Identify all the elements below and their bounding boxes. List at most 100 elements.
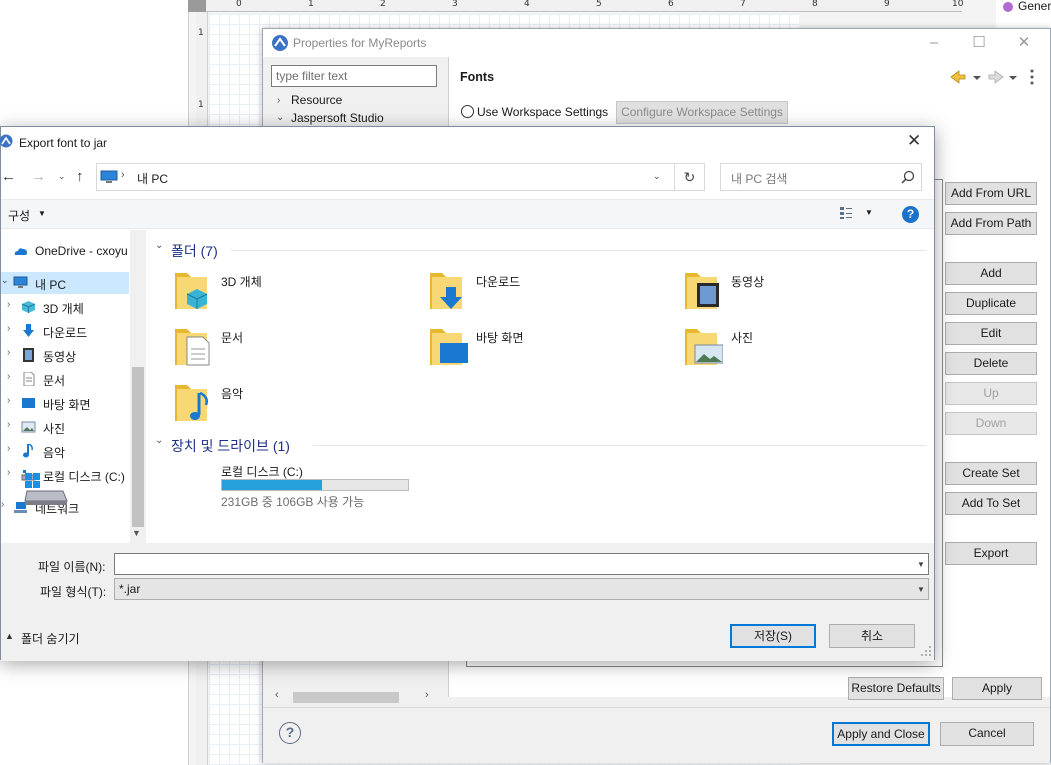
chevron-down-icon[interactable]: ⌄: [155, 435, 163, 446]
folder-tile-music[interactable]: 음악: [173, 379, 383, 427]
close-icon[interactable]: ✕: [907, 131, 921, 151]
chevron-down-icon[interactable]: ▼: [865, 208, 873, 217]
chevron-right-icon[interactable]: ›: [7, 299, 10, 310]
ruler-corner: [188, 0, 206, 12]
filter-input[interactable]: type filter text: [271, 65, 437, 87]
organize-menu[interactable]: 구성: [8, 207, 30, 224]
chevron-down-icon[interactable]: ⌄: [653, 171, 661, 182]
scroll-right-icon[interactable]: ›: [425, 689, 429, 701]
video-icon: [23, 348, 34, 362]
recent-locations-chevron-icon[interactable]: ⌄: [58, 171, 66, 182]
nav-item-this-pc[interactable]: ⌄ 내 PC: [1, 272, 129, 294]
address-bar[interactable]: › 내 PC ⌄: [96, 163, 675, 191]
chevron-right-icon[interactable]: ›: [7, 323, 10, 334]
scroll-left-icon[interactable]: ‹: [275, 689, 279, 701]
folder-tile-videos[interactable]: 동영상: [683, 267, 893, 315]
up-arrow-icon[interactable]: ↑: [76, 168, 84, 185]
chevron-right-icon[interactable]: ›: [7, 347, 10, 358]
down-button[interactable]: Down: [945, 412, 1037, 435]
duplicate-button[interactable]: Duplicate: [945, 292, 1037, 315]
cancel-button[interactable]: 취소: [829, 624, 915, 648]
chevron-right-icon[interactable]: ›: [7, 395, 10, 406]
chevron-down-icon[interactable]: ⌄: [1, 275, 9, 286]
add-button[interactable]: Add: [945, 262, 1037, 285]
apply-button[interactable]: Apply: [952, 677, 1042, 700]
view-options-icon[interactable]: [839, 206, 853, 220]
search-box[interactable]: 내 PC 검색: [720, 163, 922, 191]
chevron-right-icon[interactable]: ›: [1, 499, 4, 510]
nav-item-downloads[interactable]: › 다운로드: [1, 320, 129, 342]
chevron-down-icon[interactable]: ▼: [38, 209, 46, 218]
create-set-button[interactable]: Create Set: [945, 462, 1037, 485]
history-nav-icons[interactable]: [949, 67, 1039, 87]
tree-item-resource[interactable]: Resource: [291, 93, 342, 107]
chevron-right-icon[interactable]: ›: [7, 419, 10, 430]
export-button[interactable]: Export: [945, 542, 1037, 565]
nav-item-3d-objects[interactable]: › 3D 개체: [1, 296, 129, 318]
chevron-up-icon[interactable]: ▲: [5, 631, 14, 641]
restore-defaults-button[interactable]: Restore Defaults: [848, 677, 944, 700]
chevron-down-icon[interactable]: ⌄: [155, 240, 163, 251]
delete-button[interactable]: Delete: [945, 352, 1037, 375]
up-button[interactable]: Up: [945, 382, 1037, 405]
chevron-right-icon[interactable]: ›: [7, 467, 10, 478]
folders-group-header[interactable]: 폴더 (7): [171, 241, 218, 261]
add-to-set-button[interactable]: Add To Set: [945, 492, 1037, 515]
scroll-thumb[interactable]: [293, 692, 399, 703]
desktop-icon: [22, 398, 35, 408]
minimize-button[interactable]: –: [923, 33, 945, 53]
folder-tile-3d-objects[interactable]: 3D 개체: [173, 267, 383, 315]
chevron-right-icon[interactable]: ›: [7, 443, 10, 454]
configure-workspace-button[interactable]: Configure Workspace Settings: [616, 101, 788, 124]
save-button[interactable]: 저장(S): [730, 624, 816, 648]
jaspersoft-logo-icon: [272, 35, 288, 51]
use-workspace-radio[interactable]: [461, 105, 474, 118]
file-name-label: 파일 이름(N):: [38, 560, 106, 574]
page-title: Fonts: [460, 70, 495, 84]
nav-item-pictures[interactable]: › 사진: [1, 416, 129, 438]
add-from-path-button[interactable]: Add From Path: [945, 212, 1037, 235]
help-icon[interactable]: ?: [279, 722, 301, 744]
download-folder-icon: [430, 273, 462, 309]
folder-tile-desktop[interactable]: 바탕 화면: [428, 323, 638, 371]
nav-item-label: 내 PC: [35, 278, 67, 292]
nav-scroll-thumb[interactable]: [132, 367, 144, 527]
cancel-button[interactable]: Cancel: [940, 722, 1034, 746]
nav-item-desktop[interactable]: › 바탕 화면: [1, 392, 129, 414]
close-button[interactable]: ✕: [1013, 33, 1035, 53]
folder-tile-downloads[interactable]: 다운로드: [428, 267, 638, 315]
resize-grip-icon[interactable]: [920, 645, 932, 657]
chevron-down-icon[interactable]: ▼: [917, 585, 925, 594]
chevron-down-icon[interactable]: ▼: [917, 560, 925, 569]
maximize-button[interactable]: ☐: [968, 33, 990, 53]
folder-tile-pictures[interactable]: 사진: [683, 323, 893, 371]
nav-item-onedrive[interactable]: OneDrive - cxoyu: [1, 240, 129, 262]
file-name-input[interactable]: ▼: [114, 553, 929, 575]
search-icon[interactable]: [901, 170, 915, 184]
nav-item-videos[interactable]: › 동영상: [1, 344, 129, 366]
chevron-right-icon[interactable]: ›: [7, 371, 10, 382]
ruler-tick-label: 4: [524, 0, 530, 9]
pc-icon: [100, 170, 118, 183]
forward-arrow-icon[interactable]: →: [31, 168, 46, 185]
properties-footer: [263, 707, 1050, 763]
chevron-right-icon[interactable]: ›: [277, 95, 280, 106]
chevron-right-icon[interactable]: ›: [121, 169, 125, 181]
nav-item-label: 다운로드: [43, 326, 88, 340]
nav-item-music[interactable]: › 음악: [1, 440, 129, 462]
tree-item-jaspersoft-studio[interactable]: Jaspersoft Studio: [291, 111, 384, 125]
folder-tile-documents[interactable]: 문서: [173, 323, 383, 371]
refresh-icon[interactable]: ↻: [675, 163, 705, 191]
edit-button[interactable]: Edit: [945, 322, 1037, 345]
drives-group-header[interactable]: 장치 및 드라이브 (1): [171, 436, 290, 456]
hide-folders-toggle[interactable]: 폴더 숨기기: [21, 630, 80, 647]
file-type-select[interactable]: *.jar ▼: [114, 578, 929, 600]
scroll-down-icon[interactable]: ▼: [132, 528, 141, 538]
add-from-url-button[interactable]: Add From URL: [945, 182, 1037, 205]
help-icon[interactable]: ?: [902, 206, 919, 223]
nav-item-documents[interactable]: › 문서: [1, 368, 129, 390]
nav-item-label: 문서: [43, 374, 66, 388]
apply-and-close-button[interactable]: Apply and Close: [832, 722, 930, 746]
chevron-down-icon[interactable]: ⌄: [276, 112, 284, 123]
back-arrow-icon[interactable]: ←: [1, 168, 16, 185]
